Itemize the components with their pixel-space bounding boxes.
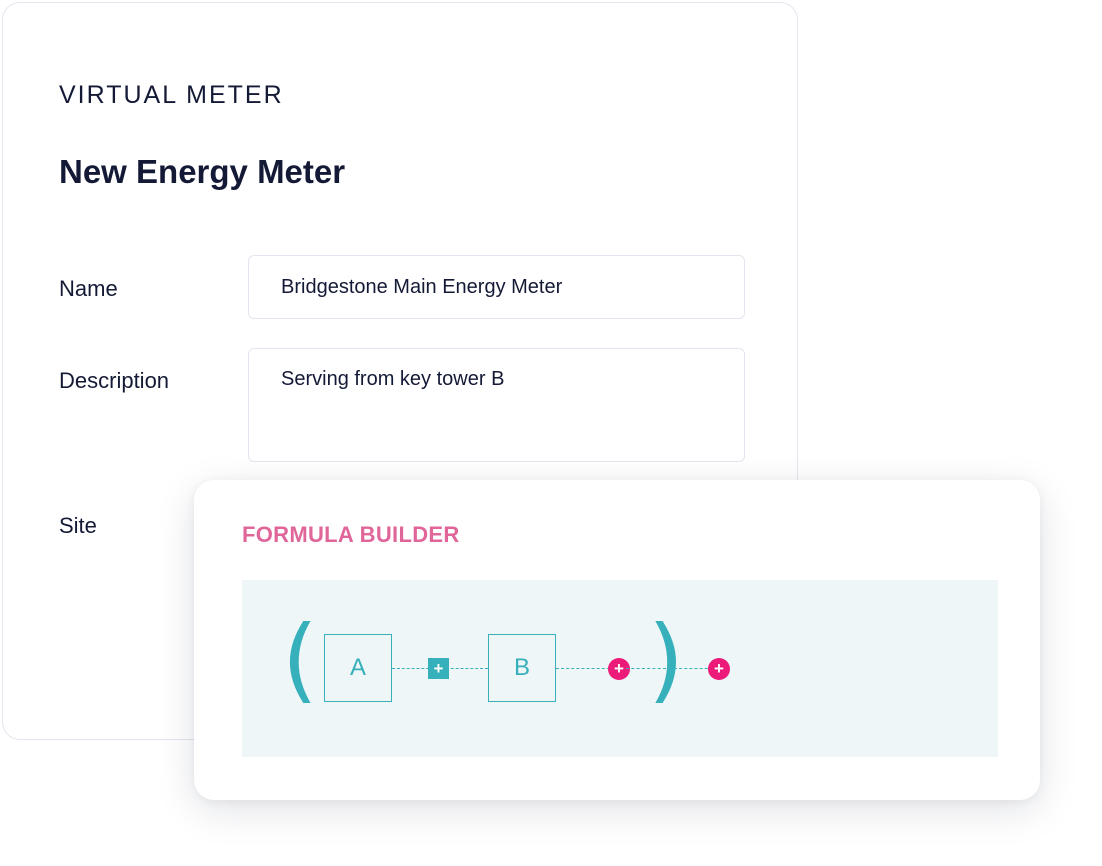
open-parenthesis[interactable]: (: [282, 614, 318, 706]
formula-builder-card: FORMULA BUILDER ( A + B + ) +: [194, 480, 1040, 800]
description-field[interactable]: Serving from key tower B: [248, 348, 745, 462]
name-label: Name: [59, 276, 118, 301]
close-parenthesis[interactable]: ): [648, 614, 684, 706]
stage: VIRTUAL METER New Energy Meter Name Brid…: [0, 0, 1102, 866]
formula-builder-title: FORMULA BUILDER: [242, 522, 460, 547]
operand-b-box[interactable]: B: [488, 634, 556, 702]
plus-circle-icon[interactable]: +: [708, 658, 730, 680]
plus-square-icon[interactable]: +: [428, 658, 449, 679]
description-label: Description: [59, 368, 170, 393]
operand-a-box[interactable]: A: [324, 634, 392, 702]
site-label: Site: [59, 513, 97, 538]
page-title: New Energy Meter: [59, 153, 346, 190]
formula-canvas: ( A + B + ) +: [242, 580, 998, 757]
plus-circle-icon[interactable]: +: [608, 658, 630, 680]
card-eyebrow: VIRTUAL METER: [59, 81, 284, 109]
name-field[interactable]: Bridgestone Main Energy Meter: [248, 255, 745, 319]
